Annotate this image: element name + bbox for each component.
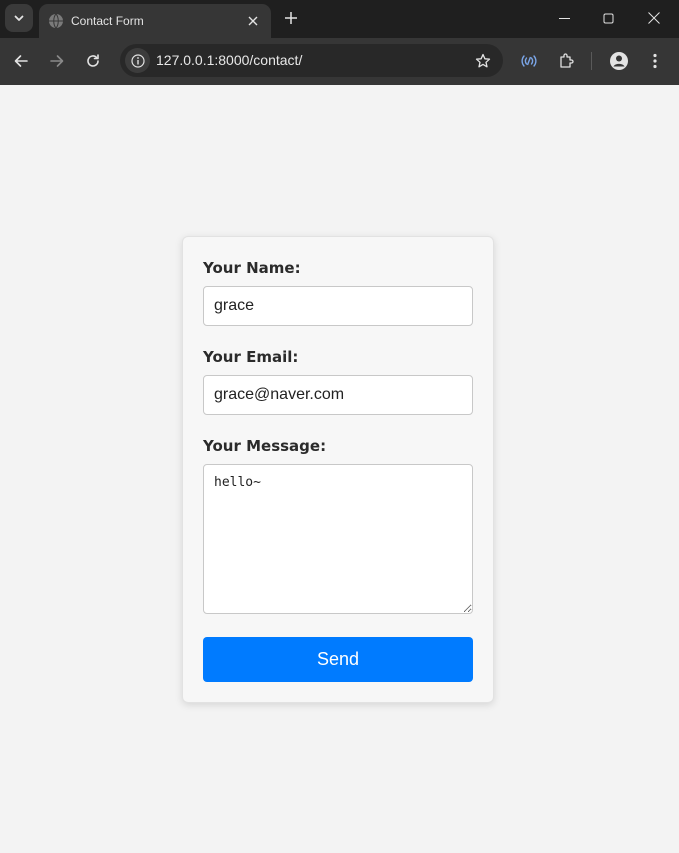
bookmark-button[interactable]: [471, 49, 495, 73]
url-text[interactable]: 127.0.0.1:8000/contact/: [156, 52, 302, 68]
star-icon: [475, 53, 491, 68]
close-window-icon: [648, 12, 660, 24]
email-label: Your Email:: [203, 348, 299, 366]
tab-close-button[interactable]: [243, 11, 263, 31]
toolbar-divider: [591, 52, 592, 70]
forward-button[interactable]: [42, 46, 72, 76]
extensions-icon: [560, 53, 574, 68]
tab-search-button[interactable]: [5, 4, 33, 32]
forward-arrow-icon: [50, 55, 64, 67]
address-bar[interactable]: 127.0.0.1:8000/contact/: [120, 44, 503, 77]
site-info-button[interactable]: [125, 48, 150, 73]
reload-button[interactable]: [78, 46, 108, 76]
send-button[interactable]: Send: [203, 637, 473, 682]
maximize-button[interactable]: [585, 0, 631, 36]
chevron-down-icon: [14, 15, 24, 21]
name-input[interactable]: [203, 286, 473, 326]
profile-button[interactable]: [604, 46, 634, 76]
media-cast-button[interactable]: [514, 46, 544, 76]
contact-form: Your Name: Your Email: Your Message: hel…: [182, 236, 494, 703]
tab-title: Contact Form: [71, 14, 144, 28]
minimize-icon: [558, 17, 570, 19]
minimize-button[interactable]: [541, 0, 587, 36]
close-window-button[interactable]: [631, 0, 677, 36]
more-vert-icon: [653, 53, 657, 69]
media-cast-icon: [521, 55, 537, 67]
globe-icon: [48, 13, 64, 29]
message-textarea[interactable]: hello~: [203, 464, 473, 614]
email-input[interactable]: [203, 375, 473, 415]
back-button[interactable]: [6, 46, 36, 76]
reload-icon: [87, 54, 99, 67]
profile-icon: [610, 52, 628, 70]
maximize-icon: [603, 13, 613, 23]
info-icon: [130, 53, 145, 68]
page-viewport: Your Name: Your Email: Your Message: hel…: [0, 85, 679, 853]
extensions-button[interactable]: [551, 46, 581, 76]
back-arrow-icon: [14, 55, 28, 67]
message-label: Your Message:: [203, 437, 327, 455]
browser-titlebar: Contact Form: [0, 0, 679, 38]
plus-icon: [285, 12, 297, 24]
close-icon: [248, 16, 258, 26]
name-label: Your Name:: [203, 259, 301, 277]
more-menu-button[interactable]: [640, 46, 670, 76]
browser-toolbar: 127.0.0.1:8000/contact/: [0, 38, 679, 85]
new-tab-button[interactable]: [280, 7, 302, 29]
browser-tab[interactable]: Contact Form: [39, 4, 271, 38]
